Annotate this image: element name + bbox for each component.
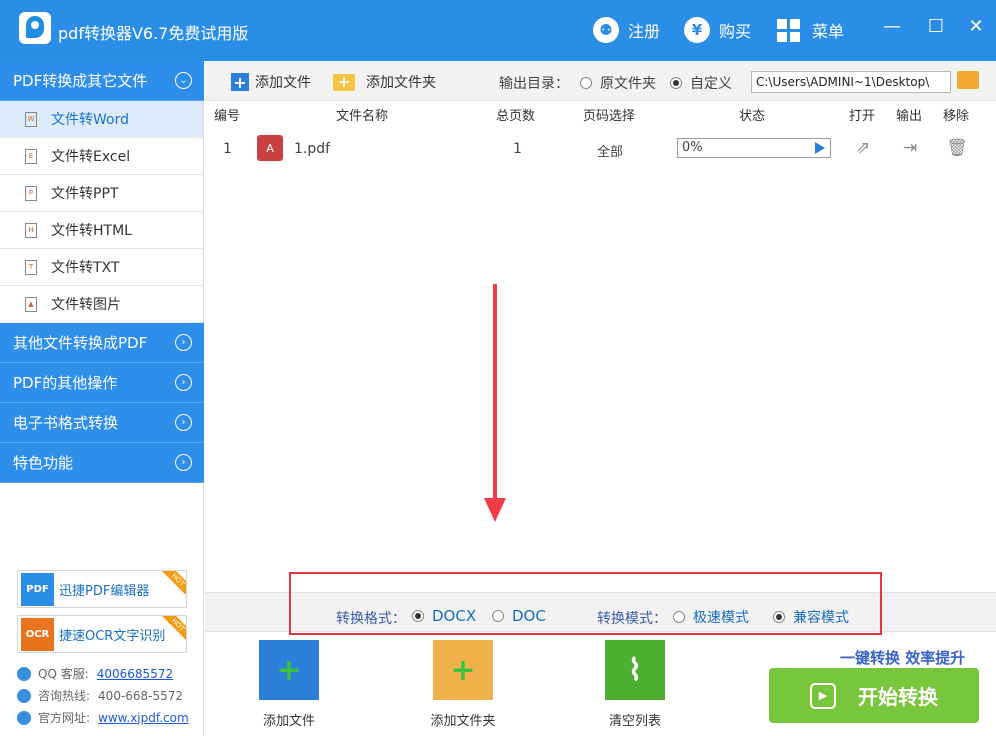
category-pdf-other-ops[interactable]: PDF的其他操作 › [0,363,204,403]
contact-site: 官方网址: www.xjpdf.com [17,709,189,726]
bottom-clear-list-button[interactable]: ⌇ 清空列表 [590,640,680,729]
row-num: 1 [223,141,232,157]
chevron-right-icon: › [175,454,192,471]
col-pages: 总页数 [496,109,536,124]
sidebar-item-excel[interactable]: E 文件转Excel [0,138,203,175]
open-external-icon[interactable]: ⇗ [853,138,873,158]
col-open: 打开 [849,109,876,124]
col-status: 状态 [739,109,766,124]
minimize-button[interactable]: — [880,14,904,38]
qq-link[interactable]: 4006685572 [97,667,173,681]
app-logo-icon [19,12,51,44]
grid-menu-icon [777,18,800,42]
buy-button[interactable]: ¥ 购买 [684,16,751,44]
annotation-arrow-head [484,498,506,522]
sidebar-item-html[interactable]: H 文件转HTML [0,212,203,249]
contact-hotline: 咨询热线: 400-668-5572 [17,687,183,704]
annotation-highlight-box [289,572,882,635]
ie-icon [17,710,31,725]
chevron-down-icon: ⌄ [175,72,192,89]
add-folder-icon: + [433,640,493,700]
chevron-right-icon: › [175,334,192,351]
output-custom-radio[interactable]: 自定义 [670,73,732,93]
slogan-text: 一键转换 效率提升 [840,649,966,667]
toolbar: + 添加文件 + 添加文件夹 输出目录： 原文件夹 自定义 [205,61,996,101]
yen-icon: ¥ [684,17,710,43]
output-export-icon[interactable]: ⇥ [900,138,920,158]
chevron-right-icon: › [175,414,192,431]
category-pdf-to-other[interactable]: PDF转换成其它文件 ⌄ [0,61,204,101]
col-range: 页码选择 [583,109,636,124]
promo-ocr[interactable]: OCR 捷速OCR文字识别 HOT [17,615,187,653]
image-file-icon: ▲ [25,296,37,312]
col-num: 编号 [214,109,241,124]
add-folder-button[interactable]: + 添加文件夹 [333,72,436,92]
sidebar-item-txt[interactable]: T 文件转TXT [0,249,203,286]
word-file-icon: W [25,111,37,127]
play-icon: ▶ [810,682,836,709]
output-dir-label: 输出目录： [499,76,569,92]
site-link[interactable]: www.xjpdf.com [98,711,189,725]
sidebar-item-word[interactable]: W 文件转Word [0,101,203,138]
ppt-file-icon: P [25,185,37,201]
col-output: 输出 [896,109,923,124]
row-pages: 1 [513,141,522,157]
category-special-features[interactable]: 特色功能 › [0,443,204,483]
broom-icon: ⌇ [605,640,665,700]
output-original-radio[interactable]: 原文件夹 [580,73,656,93]
pdf-editor-logo-icon: PDF [21,572,54,606]
pdf-file-icon: A [257,135,283,161]
add-file-button[interactable]: + 添加文件 [231,72,311,92]
row-file-name: 1.pdf [294,141,331,157]
maximize-button[interactable]: ☐ [924,14,948,38]
user-icon: ⚉ [593,17,619,43]
bottom-add-file-button[interactable]: + 添加文件 [244,640,334,729]
file-table-header: 编号 文件名称 总页数 页码选择 状态 打开 输出 移除 [205,103,996,125]
app-title: pdf转换器V6.7免费试用版 [58,24,249,43]
category-ebook-convert[interactable]: 电子书格式转换 › [0,403,204,443]
col-remove: 移除 [943,109,970,124]
txt-file-icon: T [25,259,37,275]
headset-icon [17,688,31,703]
excel-file-icon: E [25,148,37,164]
browse-folder-icon[interactable] [957,71,979,89]
chevron-right-icon: › [175,374,192,391]
sidebar-item-ppt[interactable]: P 文件转PPT [0,175,203,212]
bottom-add-folder-button[interactable]: + 添加文件夹 [418,640,508,729]
table-row[interactable]: 1 A 1.pdf 1 全部 0% ⇗ ⇥ 🗑 [205,130,996,168]
sidebar-item-image[interactable]: ▲ 文件转图片 [0,286,203,323]
add-folder-icon: + [333,73,355,91]
radio-off-icon [580,77,592,89]
close-button[interactable]: ✕ [964,14,988,38]
html-file-icon: H [25,222,37,238]
title-bar: pdf转换器V6.7免费试用版 ⚉ 注册 ¥ 购买 菜单 — ☐ ✕ [0,0,996,61]
sidebar: PDF转换成其它文件 ⌄ W 文件转Word E 文件转Excel P 文件转P… [0,61,204,736]
row-page-range[interactable]: 全部 [597,141,623,160]
add-file-icon: + [231,73,249,92]
annotation-arrow-line [493,284,497,500]
row-progress: 0% [677,138,831,158]
ocr-logo-icon: OCR [21,617,54,651]
radio-on-icon [670,77,682,89]
trash-icon[interactable]: 🗑 [946,138,968,158]
promo-pdf-editor[interactable]: PDF 迅捷PDF编辑器 HOT [17,570,187,608]
category-other-to-pdf[interactable]: 其他文件转换成PDF › [0,323,204,363]
contact-qq: QQ 客服: 4006685572 [17,665,173,682]
menu-button[interactable]: 菜单 [777,16,844,44]
add-document-icon: + [259,640,319,700]
play-icon[interactable] [815,142,825,154]
start-convert-button[interactable]: ▶ 开始转换 [769,668,979,723]
qq-icon [17,666,31,681]
output-path-input[interactable] [751,71,951,93]
register-button[interactable]: ⚉ 注册 [593,16,660,44]
hot-badge: HOT [160,571,186,598]
col-name: 文件名称 [336,109,389,124]
